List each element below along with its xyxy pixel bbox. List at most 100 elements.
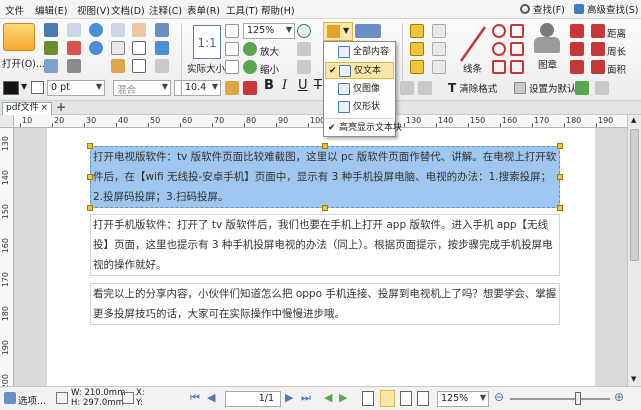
sound-icon[interactable] [432, 60, 446, 74]
search-button[interactable]: 查找(F) [520, 2, 565, 16]
blend-mode-select[interactable]: 混合 ▼ [113, 80, 171, 96]
pencil-icon[interactable] [570, 42, 584, 56]
eraser-icon[interactable] [570, 24, 584, 38]
menu-tools[interactable]: 工具(T) [226, 3, 258, 17]
menu-comment[interactable]: 注释(C) [149, 3, 182, 17]
menu-item-text-only[interactable]: ✔ 仅文本 [325, 62, 394, 79]
distance-label[interactable]: 距离 [607, 26, 626, 40]
zoom-slider-thumb[interactable] [575, 392, 581, 405]
resize-handle[interactable] [87, 174, 93, 180]
paragraph-3[interactable]: 看完以上的分享内容，小伙伴们知道怎么把 oppo 手机连接、投屏到电视机上了吗？… [93, 288, 556, 320]
line-label[interactable]: 线条 [463, 61, 482, 75]
menu-form[interactable]: 表单(R) [187, 3, 220, 17]
menu-view[interactable]: 视图(V) [77, 3, 110, 17]
set-default-button[interactable]: 设置为默认 [514, 81, 577, 95]
tab-pdf-file[interactable]: pdf文件 × [2, 102, 52, 115]
attachment-icon[interactable] [432, 42, 446, 56]
facing-page-icon[interactable] [400, 391, 412, 406]
actual-size-label[interactable]: 实际大小 [187, 61, 225, 75]
email-icon[interactable] [67, 23, 81, 37]
resize-handle[interactable] [87, 205, 93, 211]
font-color-icon[interactable] [225, 81, 239, 95]
scroll-up-icon[interactable]: ▲ [631, 116, 636, 124]
underline-icon[interactable]: U [298, 78, 308, 93]
text-block-3[interactable]: 看完以上的分享内容，小伙伴们知道怎么把 oppo 手机连接、投屏到电视机上了吗？… [90, 283, 560, 325]
bold-icon[interactable]: B [264, 78, 274, 93]
new-tab-icon[interactable]: + [56, 100, 66, 114]
highlight-color-icon[interactable] [243, 81, 257, 95]
properties-icon[interactable] [67, 59, 81, 73]
zoom-out-label[interactable]: 缩小 [260, 62, 279, 76]
area-label[interactable]: 面积 [607, 62, 626, 76]
callout-icon[interactable] [410, 60, 424, 74]
highlighter-icon[interactable] [570, 60, 584, 74]
fit-page-icon[interactable] [225, 24, 239, 38]
cloud-tool-icon[interactable] [492, 42, 506, 56]
scroll-thumb[interactable] [630, 129, 639, 261]
forward-icon[interactable]: ▶ [339, 391, 347, 404]
strikethrough-icon[interactable]: T [314, 78, 322, 93]
clear-format-button[interactable]: T 清除格式 [448, 81, 497, 95]
status-zoom-select[interactable]: 125% ▼ [437, 391, 489, 407]
rectangle-tool-icon[interactable] [510, 42, 524, 56]
resize-handle[interactable] [557, 143, 563, 149]
paste-icon[interactable] [111, 59, 125, 73]
fit-visible-icon[interactable] [225, 60, 239, 74]
actual-size-icon[interactable]: 1:1 [193, 25, 221, 59]
resize-handle[interactable] [557, 205, 563, 211]
resize-handle[interactable] [322, 143, 328, 149]
apply-style-icon[interactable] [575, 81, 589, 95]
next-page-icon[interactable]: ▶ [285, 391, 293, 404]
polyline-tool-icon[interactable] [492, 60, 506, 74]
zoom-out-icon[interactable]: ⊖ [494, 390, 504, 404]
text-block-1[interactable]: 打开电视版软件：tv 版软件页面比较难截图，这里以 pc 版软件页面作替代、讲解… [90, 146, 560, 208]
indent-icon[interactable] [418, 81, 432, 95]
single-page-icon[interactable] [362, 391, 374, 406]
select-text-icon[interactable] [132, 41, 146, 55]
save-icon[interactable] [44, 23, 58, 37]
zoom-in-small-icon[interactable] [297, 24, 311, 38]
menu-item-image-only[interactable]: 仅图像 [325, 81, 394, 98]
resize-handle[interactable] [87, 143, 93, 149]
zoom-tool-icon[interactable] [155, 41, 169, 55]
page-number-input[interactable]: 1/1 [225, 391, 281, 407]
zoom-in-icon[interactable]: ⊕ [614, 390, 624, 404]
menu-item-highlight-text-blocks[interactable]: ✔ 高亮显示文本块 [325, 120, 402, 137]
fill-color-swatch[interactable] [3, 81, 19, 95]
undo-icon[interactable] [89, 23, 103, 37]
continuous-page-icon[interactable] [380, 390, 395, 407]
line-tool-icon[interactable] [458, 23, 488, 65]
document-canvas[interactable]: 打开电视版软件：tv 版软件页面比较难截图，这里以 pc 版软件页面作替代、讲解… [14, 128, 627, 386]
chevron-down-icon[interactable]: ▼ [21, 82, 27, 91]
resize-handle[interactable] [557, 174, 563, 180]
line-width-select[interactable]: 0 pt ▼ [47, 80, 105, 96]
last-page-icon[interactable]: ⏭ [301, 391, 311, 405]
menu-item-all-content[interactable]: 全部内容 [325, 44, 394, 61]
open-label[interactable]: 打开(O)... [2, 56, 45, 70]
advanced-search-button[interactable]: 高级查找(S) [574, 2, 638, 16]
stamp-icon[interactable] [534, 23, 560, 57]
scan-icon[interactable] [67, 41, 81, 55]
italic-icon[interactable]: I [282, 78, 287, 93]
perimeter-label[interactable]: 周长 [607, 44, 626, 58]
paragraph-1[interactable]: 打开电视版软件：tv 版软件页面比较难截图，这里以 pc 版软件页面作替代、讲解… [93, 151, 556, 203]
cut-icon[interactable] [111, 23, 125, 37]
options-label[interactable]: 选项... [18, 393, 46, 407]
zoom-in-label[interactable]: 放大 [260, 44, 279, 58]
loupe-icon[interactable] [155, 59, 169, 73]
options-icon[interactable] [4, 392, 16, 404]
zoom-select[interactable]: 125% ▼ [243, 23, 295, 39]
textbox-icon[interactable] [410, 42, 424, 56]
open-folder-icon[interactable] [3, 23, 35, 51]
style-options-icon[interactable] [595, 81, 609, 95]
previous-page-icon[interactable]: ◀ [207, 391, 215, 404]
zoom-out-icon[interactable] [243, 60, 257, 74]
vertical-scrollbar[interactable]: ▲ ▼ [627, 115, 641, 386]
rotate-icon[interactable] [297, 42, 311, 56]
menu-document[interactable]: 文档(D) [111, 3, 145, 17]
select-area-icon[interactable] [132, 59, 146, 73]
distance-icon[interactable] [591, 24, 605, 38]
arrow-tool-icon[interactable] [510, 60, 524, 74]
close-icon[interactable]: × [40, 103, 48, 114]
resize-handle[interactable] [322, 205, 328, 211]
